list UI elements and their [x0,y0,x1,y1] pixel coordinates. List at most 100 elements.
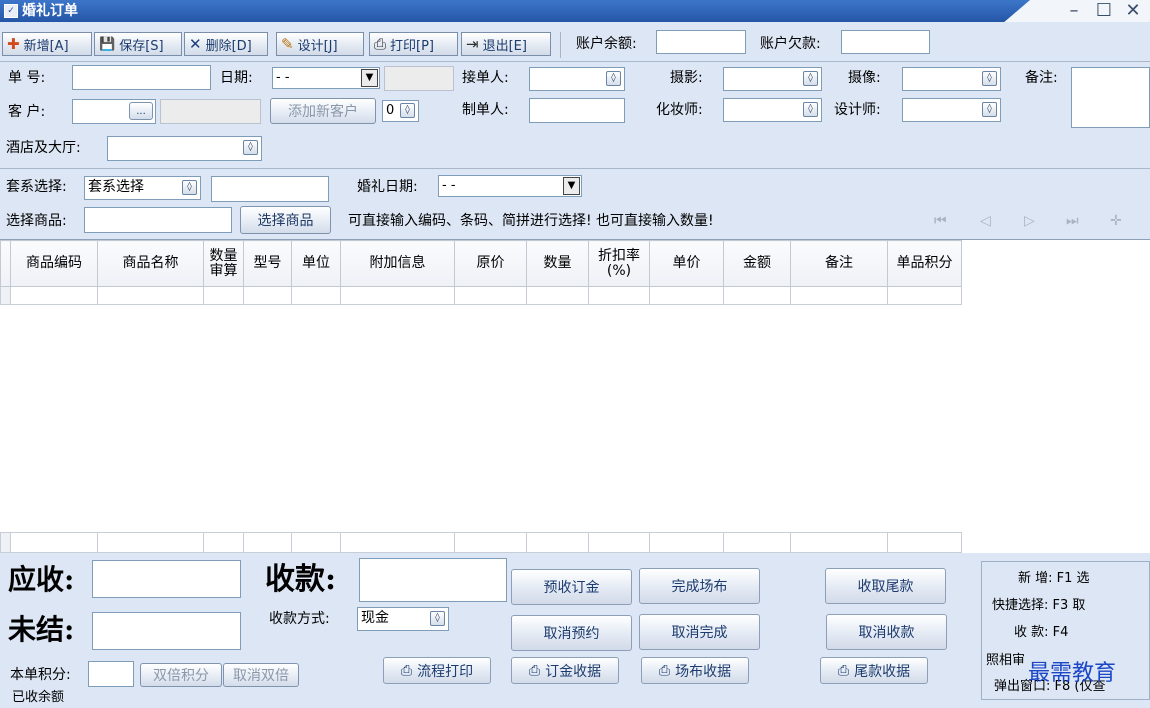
select-goods-button[interactable]: 选择商品 [240,206,331,234]
double-points-button[interactable]: 双倍积分 [140,663,222,687]
column-header[interactable]: 原价 [454,240,527,287]
balance-receipt-label: 尾款收据 [854,663,911,680]
close-button[interactable]: ✕ [1119,0,1147,22]
wedding-date-value: - - [442,178,456,193]
wedding-date-picker[interactable]: - - ▼ [438,175,582,197]
spinner-icon[interactable]: ◊ [182,180,197,195]
column-header[interactable]: 商品名称 [97,240,204,287]
delete-button[interactable]: ✕ 删除[D] [184,32,268,56]
watermark-text: 最需教育 [1028,661,1117,686]
chevron-down-icon[interactable]: ▼ [361,69,378,87]
first-record-icon[interactable]: ⏮ [934,211,947,231]
setup-receipt-label: 场布收据 [675,663,732,680]
column-header[interactable]: 商品编码 [10,240,98,287]
setup-receipt-button[interactable]: ⎙ 场布收据 [641,657,749,684]
browse-customer-button[interactable]: ... [129,102,153,120]
column-header[interactable]: 金额 [723,240,791,287]
hotel-select[interactable]: ◊ [107,136,262,161]
add-customer-button[interactable]: 添加新客户 [270,98,376,124]
input-hint: 可直接输入编码、条码、简拼进行选择! 也可直接输入数量! [348,213,714,229]
balance-label: 账户余额: [576,36,637,52]
wedding-date-label: 婚礼日期: [357,179,418,195]
date-extra-field [384,66,454,91]
column-header[interactable]: 数量 审算 [203,240,244,287]
chevron-down-icon[interactable]: ▼ [563,177,580,195]
cancel-double-button[interactable]: 取消双倍 [223,663,299,687]
spinner-icon[interactable]: ◊ [982,71,997,86]
video-select[interactable]: ◊ [902,67,1001,91]
order-items-table: 商品编码 商品名称 数量 审算 型号 单位 附加信息 原价 数量 折扣率 (%)… [0,240,962,305]
cancel-payment-button[interactable]: 取消收款 [826,614,947,650]
title-bar: ✓ 婚礼订单 – ☐ ✕ [0,0,1150,22]
printer-icon: ⎙ [528,662,541,679]
collect-balance-button[interactable]: 收取尾款 [825,568,946,604]
package-select[interactable]: 套系选择 ◊ [84,176,201,200]
next-record-icon[interactable]: ▷ [1024,211,1035,231]
totals-row [0,532,962,553]
spinner-icon[interactable]: ◊ [430,611,445,626]
customer-spin[interactable]: 0 ◊ [382,100,419,122]
deposit-receipt-button[interactable]: ⎙ 订金收据 [511,657,619,684]
maximize-button[interactable]: ☐ [1090,0,1118,22]
flow-print-button[interactable]: ⎙ 流程打印 [383,657,491,684]
debt-field[interactable] [841,30,930,54]
grid-header-row: 商品编码 商品名称 数量 审算 型号 单位 附加信息 原价 数量 折扣率 (%)… [0,240,962,287]
spinner-icon[interactable]: ◊ [606,71,621,86]
spinner-icon[interactable]: ◊ [803,71,818,86]
column-header[interactable]: 单价 [649,240,724,287]
last-record-icon[interactable]: ⏭ [1066,211,1079,231]
design-button[interactable]: ✎ 设计[J] [276,32,364,56]
column-header[interactable]: 折扣率 (%) [588,240,650,287]
photo-select[interactable]: ◊ [723,67,822,91]
column-header[interactable]: 型号 [243,240,292,287]
hotkey-quick-select: 快捷选择: F3 取 [992,598,1086,613]
table-row[interactable] [0,286,962,305]
date-picker[interactable]: - - ▼ [272,67,380,89]
save-button[interactable]: 💾 保存[S] [94,32,182,56]
hotel-label: 酒店及大厅: [6,140,81,156]
package-text-field[interactable] [211,176,329,202]
prev-record-icon[interactable]: ◁ [980,211,991,231]
spinner-icon[interactable]: ◊ [982,102,997,117]
complete-setup-button[interactable]: 完成场布 [639,568,760,604]
photo-label: 摄影: [670,70,703,86]
makeup-select[interactable]: ◊ [723,98,822,122]
designer-select[interactable]: ◊ [902,98,1001,122]
exit-button[interactable]: ⇥ 退出[E] [461,32,551,56]
column-header[interactable]: 备注 [790,240,888,287]
receivable-field[interactable] [92,560,241,598]
order-no-field[interactable] [72,65,211,90]
customer-name-field [160,99,261,124]
balance-field[interactable] [656,30,746,54]
column-header[interactable]: 单品积分 [887,240,962,287]
unsettled-field[interactable] [92,612,241,650]
design-icon: ✎ [281,35,294,53]
column-header[interactable]: 数量 [526,240,589,287]
spinner-icon[interactable]: ◊ [400,103,415,118]
column-header[interactable]: 单位 [291,240,341,287]
order-no-label: 单 号: [8,70,46,86]
hotkey-add: 新 增: F1 选 [1018,571,1090,586]
remark-field[interactable] [1071,67,1150,128]
select-goods-field[interactable] [84,207,232,233]
print-button[interactable]: ⎙ 打印[P] [369,32,458,56]
add-record-icon[interactable]: ✛ [1110,211,1122,231]
row-indicator-header [0,240,11,287]
add-button[interactable]: ✚ 新增[A] [2,32,92,56]
minimize-button[interactable]: – [1060,0,1088,22]
spinner-icon[interactable]: ◊ [803,102,818,117]
spinner-icon[interactable]: ◊ [243,140,258,155]
cancel-complete-button[interactable]: 取消完成 [639,614,760,650]
points-field[interactable] [88,661,134,687]
pay-method-select[interactable]: 现金 ◊ [357,607,449,631]
order-items-grid[interactable]: 商品编码 商品名称 数量 审算 型号 单位 附加信息 原价 数量 折扣率 (%)… [0,239,1150,553]
column-header[interactable]: 附加信息 [340,240,455,287]
hotkey-payment: 收 款: F4 [1014,625,1069,640]
deposit-button[interactable]: 预收订金 [511,569,632,605]
maker-field[interactable] [529,98,625,123]
receiver-select[interactable]: ◊ [529,67,625,91]
balance-receipt-button[interactable]: ⎙ 尾款收据 [820,657,928,684]
cancel-booking-button[interactable]: 取消预约 [511,615,632,651]
payment-field[interactable] [359,558,507,602]
window-title: 婚礼订单 [22,3,78,19]
